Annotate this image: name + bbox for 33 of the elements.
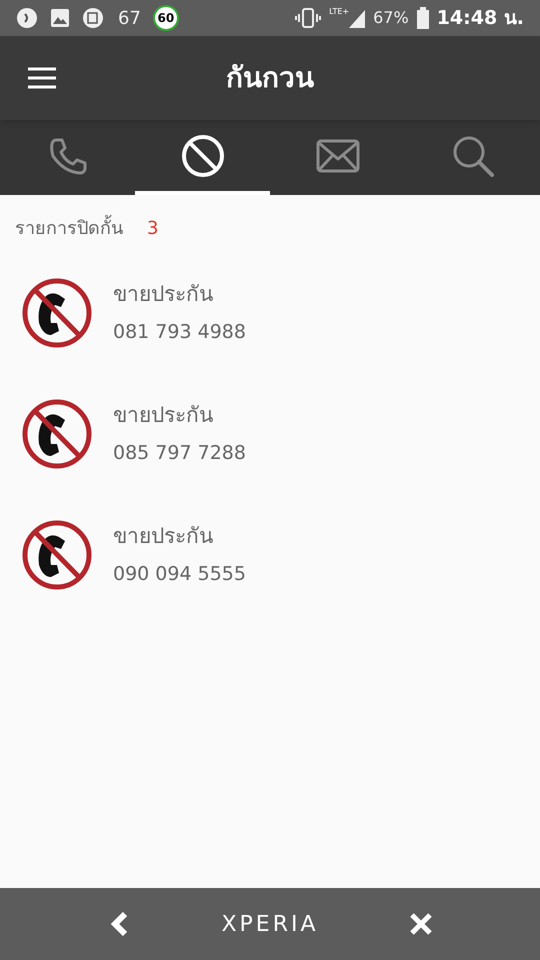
blocked-phone-icon <box>21 518 93 590</box>
blocked-entry[interactable]: ขายประกัน 090 094 5555 <box>0 494 540 615</box>
contact-name: ขายประกัน <box>113 522 214 550</box>
block-count: 3 <box>147 217 158 241</box>
signal-icon <box>349 8 366 28</box>
app-icon <box>82 7 106 29</box>
phone-number: 085 797 7288 <box>113 441 246 466</box>
speed-badge: 60 <box>152 5 179 31</box>
vibrate-icon <box>295 7 322 29</box>
network-label: LTE+ <box>329 8 350 16</box>
block-icon <box>180 134 224 178</box>
mail-icon <box>316 138 360 174</box>
blocked-entry[interactable]: ขายประกัน 085 797 7288 <box>0 373 540 494</box>
brand-logo: XPERIA <box>221 910 319 938</box>
clock: 14:48 น. <box>436 6 524 31</box>
phone-number: 081 793 4988 <box>113 320 246 345</box>
notification-count: 67 <box>118 6 141 30</box>
blocked-phone-icon <box>21 398 93 470</box>
blocked-phone-icon <box>21 276 93 348</box>
search-icon <box>450 134 494 178</box>
back-icon <box>110 912 128 936</box>
block-list-label: รายการปิดกั้น <box>15 215 123 242</box>
image-icon <box>50 8 70 28</box>
cross-icon <box>410 913 432 935</box>
menu-icon <box>27 67 57 89</box>
phone-number: 090 094 5555 <box>113 562 246 587</box>
contact-name: ขายประกัน <box>113 280 214 308</box>
battery-icon <box>416 7 429 29</box>
chat-icon <box>16 7 38 29</box>
battery-percent: 67% <box>373 7 409 29</box>
blocked-entry[interactable]: ขายประกัน 081 793 4988 <box>0 252 540 373</box>
contact-name: ขายประกัน <box>113 402 214 428</box>
app-title: กันกวน <box>226 60 314 96</box>
